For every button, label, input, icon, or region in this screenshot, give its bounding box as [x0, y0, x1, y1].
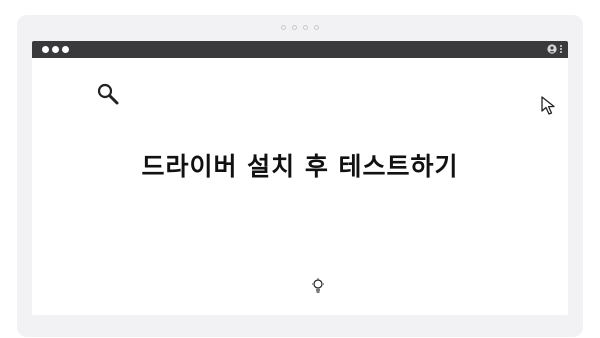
search-icon — [97, 83, 119, 105]
window-titlebar — [32, 41, 568, 58]
browser-window: 드라이버 설치 후 테스트하기 — [32, 41, 568, 315]
user-icon[interactable] — [547, 44, 557, 54]
lightbulb-icon — [312, 278, 324, 293]
page-indicator-dot — [303, 25, 308, 30]
window-minimize-button[interactable] — [52, 46, 59, 53]
kebab-menu-icon[interactable] — [560, 45, 562, 53]
window-controls — [42, 46, 69, 53]
window-close-button[interactable] — [42, 46, 49, 53]
page-indicator-dot — [281, 25, 286, 30]
page-indicator-dot — [314, 25, 319, 30]
page-frame: 드라이버 설치 후 테스트하기 — [17, 15, 583, 337]
cursor-arrow-icon — [541, 96, 555, 115]
page-title: 드라이버 설치 후 테스트하기 — [141, 152, 459, 181]
page-indicator — [17, 25, 583, 30]
titlebar-actions — [547, 44, 562, 54]
window-maximize-button[interactable] — [62, 46, 69, 53]
page-indicator-dot — [292, 25, 297, 30]
